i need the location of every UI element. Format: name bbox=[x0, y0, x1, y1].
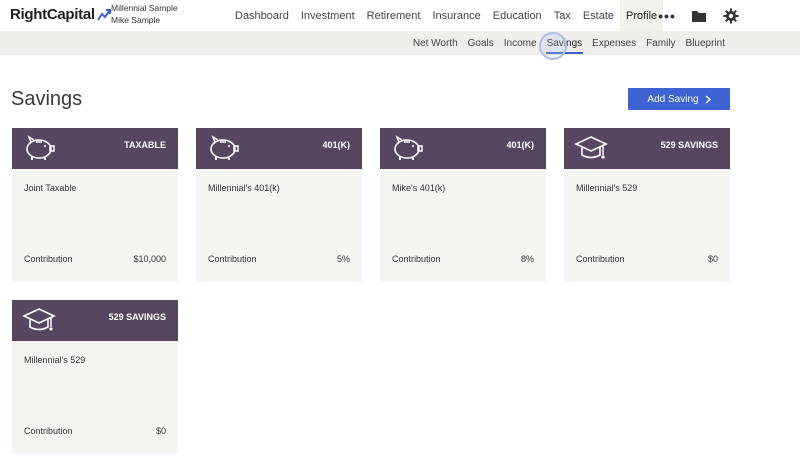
account-type: 529 SAVINGS bbox=[108, 312, 166, 322]
nav-investment[interactable]: Investment bbox=[295, 0, 361, 31]
sub-nav-bar: Net Worth Goals Income Savings Expenses … bbox=[0, 31, 800, 55]
saving-card[interactable]: 401(K) Mike's 401(k) Contribution 8% bbox=[380, 128, 546, 282]
contribution-label: Contribution bbox=[208, 254, 257, 264]
client-names[interactable]: Millennial Sample Mike Sample bbox=[111, 2, 178, 26]
account-name: Millennial's 529 bbox=[24, 355, 86, 365]
gear-icon[interactable] bbox=[720, 5, 742, 27]
folder-icon[interactable] bbox=[688, 5, 710, 27]
graduation-cap-icon bbox=[22, 308, 56, 331]
subnav-family[interactable]: Family bbox=[641, 31, 680, 55]
add-saving-label: Add Saving bbox=[647, 93, 699, 105]
saving-card[interactable]: TAXABLE Joint Taxable Contribution $10,0… bbox=[12, 128, 178, 282]
nav-tax[interactable]: Tax bbox=[548, 0, 577, 31]
card-header: 401(K) bbox=[380, 128, 546, 169]
contribution-label: Contribution bbox=[24, 254, 73, 264]
nav-insurance[interactable]: Insurance bbox=[426, 0, 486, 31]
card-header: 401(K) bbox=[196, 128, 362, 169]
subnav-blueprint[interactable]: Blueprint bbox=[681, 31, 730, 55]
account-type: TAXABLE bbox=[124, 140, 166, 150]
card-header: 529 SAVINGS bbox=[12, 300, 178, 341]
subnav-net-worth[interactable]: Net Worth bbox=[408, 31, 463, 55]
client-primary: Millennial Sample bbox=[111, 3, 178, 13]
account-name: Joint Taxable bbox=[24, 183, 77, 193]
chevron-right-icon bbox=[705, 95, 711, 103]
contribution-value: $0 bbox=[707, 254, 718, 264]
nav-icons: ••• bbox=[656, 0, 742, 31]
page-title: Savings bbox=[11, 88, 83, 110]
account-type: 401(K) bbox=[322, 140, 350, 150]
nav-dashboard[interactable]: Dashboard bbox=[229, 0, 295, 31]
saving-card[interactable]: 529 SAVINGS Millennial's 529 Contributio… bbox=[564, 128, 730, 282]
contribution-value: 5% bbox=[336, 254, 350, 264]
contribution-label: Contribution bbox=[576, 254, 625, 264]
logo[interactable]: RightCapital bbox=[10, 6, 111, 23]
contribution-value: $0 bbox=[155, 426, 166, 436]
logo-arrow-icon bbox=[96, 8, 111, 21]
graduation-cap-icon bbox=[574, 136, 608, 159]
account-type: 401(K) bbox=[506, 140, 534, 150]
piggy-bank-icon bbox=[210, 135, 239, 160]
subnav-goals[interactable]: Goals bbox=[463, 31, 499, 55]
card-header: TAXABLE bbox=[12, 128, 178, 169]
account-name: Millennial's 529 bbox=[576, 183, 638, 193]
client-secondary: Mike Sample bbox=[111, 15, 161, 25]
account-name: Mike's 401(k) bbox=[392, 183, 446, 193]
contribution-label: Contribution bbox=[24, 426, 73, 436]
contribution-value: $10,000 bbox=[133, 254, 166, 264]
cursor-highlight bbox=[539, 32, 567, 60]
logo-text: RightCapital bbox=[10, 6, 95, 23]
saving-card[interactable]: 529 SAVINGS Millennial's 529 Contributio… bbox=[12, 300, 178, 454]
nav-education[interactable]: Education bbox=[487, 0, 548, 31]
contribution-value: 8% bbox=[520, 254, 534, 264]
account-name: Millennial's 401(k) bbox=[208, 183, 280, 193]
top-bar: RightCapital Millennial Sample Mike Samp… bbox=[0, 0, 800, 31]
add-saving-button[interactable]: Add Saving bbox=[628, 88, 730, 110]
more-icon[interactable]: ••• bbox=[656, 5, 678, 27]
sub-nav: Net Worth Goals Income Savings Expenses … bbox=[408, 31, 730, 55]
contribution-label: Contribution bbox=[392, 254, 441, 264]
main-nav: Dashboard Investment Retirement Insuranc… bbox=[229, 0, 664, 31]
saving-card[interactable]: 401(K) Millennial's 401(k) Contribution … bbox=[196, 128, 362, 282]
piggy-bank-icon bbox=[394, 135, 423, 160]
nav-retirement[interactable]: Retirement bbox=[361, 0, 427, 31]
subnav-income[interactable]: Income bbox=[499, 31, 542, 55]
nav-estate[interactable]: Estate bbox=[577, 0, 620, 31]
piggy-bank-icon bbox=[26, 135, 55, 160]
card-header: 529 SAVINGS bbox=[564, 128, 730, 169]
account-type: 529 SAVINGS bbox=[660, 140, 718, 150]
subnav-expenses[interactable]: Expenses bbox=[587, 31, 641, 55]
